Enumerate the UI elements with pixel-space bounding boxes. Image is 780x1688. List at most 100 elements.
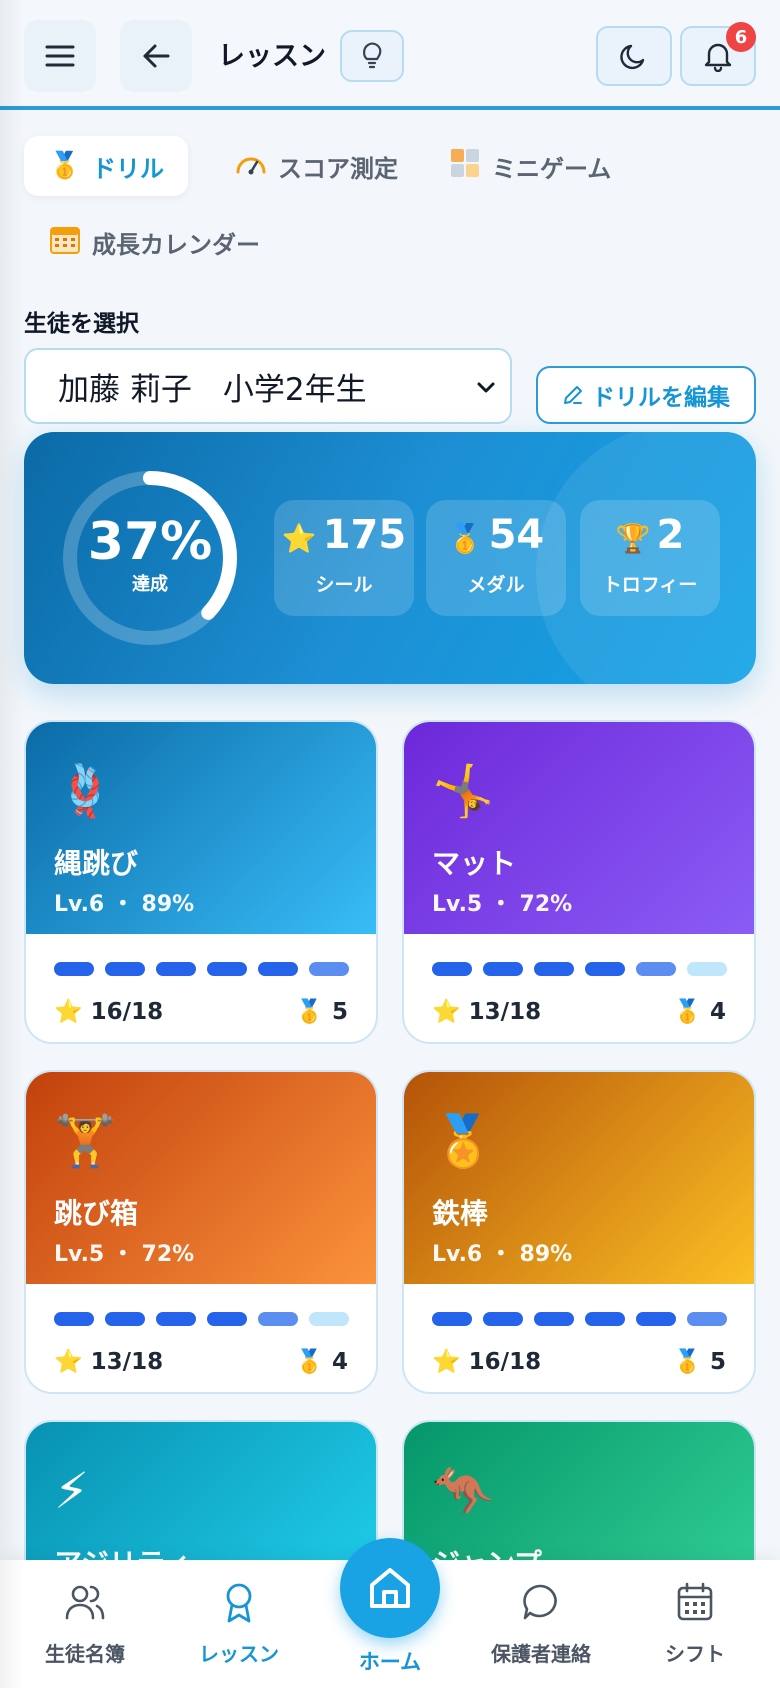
- drill-name: マット: [432, 847, 517, 880]
- drill-name: 縄跳び: [54, 847, 139, 880]
- gauge-icon: [234, 150, 268, 183]
- nav-home-button[interactable]: [340, 1538, 440, 1638]
- student-select[interactable]: 加藤 莉子 小学2年生: [24, 348, 512, 424]
- page-title: レッスン: [218, 41, 326, 72]
- progress-segment: [483, 1312, 523, 1326]
- progress-segments: [54, 1312, 349, 1326]
- menu-button[interactable]: [24, 20, 96, 92]
- stat-trophies: 🏆 2 トロフィー: [580, 500, 720, 616]
- progress-segment: [636, 962, 676, 976]
- stat-seals: ⭐ 175 シール: [274, 500, 414, 616]
- back-button[interactable]: [120, 20, 192, 92]
- nav-label: レッスン: [199, 1642, 279, 1666]
- progress-segment: [585, 1312, 625, 1326]
- stat-value: 2: [656, 512, 685, 558]
- progress-segment: [432, 1312, 472, 1326]
- ribbon-icon: [164, 1582, 314, 1624]
- menu-icon: [45, 45, 75, 67]
- progress-segment: [534, 962, 574, 976]
- edit-drill-button[interactable]: ドリルを編集: [536, 366, 756, 424]
- hint-button[interactable]: [340, 30, 404, 82]
- calendar-icon: [48, 224, 82, 261]
- users-icon: [10, 1582, 160, 1622]
- drill-card-header: 🪢 縄跳び Lv.6 ・ 89%: [26, 722, 376, 934]
- progress-segments: [54, 962, 349, 976]
- progress-segment: [309, 1312, 349, 1326]
- nav-parent-contact[interactable]: 保護者連絡: [466, 1560, 616, 1688]
- progress-segment: [156, 1312, 196, 1326]
- lightning-icon: ⚡: [54, 1462, 90, 1520]
- achievement-label: 達成: [132, 574, 168, 595]
- student-select-value: 加藤 莉子 小学2年生: [58, 371, 367, 408]
- trophy-icon: 🏆: [615, 522, 651, 555]
- drill-stars: ⭐ 13/18: [54, 1349, 164, 1375]
- gymnast-icon: 🤸: [432, 762, 495, 820]
- stat-label: メダル: [467, 574, 525, 596]
- drill-stars: ⭐ 16/18: [432, 1349, 542, 1375]
- back-arrow-icon: [143, 44, 170, 68]
- tab-growth-calendar[interactable]: 成長カレンダー: [24, 212, 284, 272]
- nav-home-label: ホーム: [358, 1650, 422, 1674]
- lightbulb-icon: [363, 42, 382, 69]
- tab-label: ドリル: [92, 154, 164, 183]
- drill-level: Lv.6 ・ 89%: [432, 1242, 573, 1267]
- drill-card-header: 🏋️ 跳び箱 Lv.5 ・ 72%: [26, 1072, 376, 1284]
- drill-card-mat[interactable]: 🤸 マット Lv.5 ・ 72% ⭐ 13/18 🥇 4: [402, 720, 756, 1044]
- dark-mode-toggle[interactable]: [596, 26, 672, 86]
- progress-segment: [687, 1312, 727, 1326]
- medal-icon: 🥇: [447, 522, 483, 555]
- drill-medals: 🥇 5: [673, 1349, 726, 1375]
- progress-segment: [258, 1312, 298, 1326]
- progress-segment: [258, 962, 298, 976]
- drill-medals: 🥇 5: [295, 999, 348, 1025]
- nav-students[interactable]: 生徒名簿: [10, 1560, 160, 1688]
- drill-stars: ⭐ 13/18: [432, 999, 542, 1025]
- student-select-label: 生徒を選択: [24, 311, 139, 337]
- drill-card-header: 🤸 マット Lv.5 ・ 72%: [404, 722, 754, 934]
- progress-segment: [156, 962, 196, 976]
- nav-lesson[interactable]: レッスン: [164, 1560, 314, 1688]
- achievement-summary: 37% 達成 ⭐ 175 シール 🥇 54 メダル 🏆 2 トロフィー: [24, 432, 756, 684]
- pencil-icon: [564, 386, 582, 404]
- star-icon: ⭐: [281, 522, 317, 555]
- nav-label: シフト: [665, 1642, 725, 1666]
- edge-shadow: [0, 0, 24, 1688]
- drill-card-vault[interactable]: 🏋️ 跳び箱 Lv.5 ・ 72% ⭐ 13/18 🥇 4: [24, 1070, 378, 1394]
- drill-level: Lv.5 ・ 72%: [432, 892, 573, 917]
- drill-level: Lv.6 ・ 89%: [54, 892, 195, 917]
- stat-medals: 🥇 54 メダル: [426, 500, 566, 616]
- tab-label: スコア測定: [278, 154, 398, 183]
- progress-segment: [636, 1312, 676, 1326]
- tab-label: ミニゲーム: [492, 154, 612, 183]
- nav-label: 生徒名簿: [45, 1642, 125, 1666]
- drill-name: 鉄棒: [432, 1197, 489, 1230]
- drill-card-jumprope[interactable]: 🪢 縄跳び Lv.6 ・ 89% ⭐ 16/18 🥇 5: [24, 720, 378, 1044]
- moon-icon: [620, 44, 645, 70]
- stat-value: 54: [488, 512, 545, 558]
- notifications-button[interactable]: 6: [680, 22, 756, 86]
- drill-medals: 🥇 4: [295, 1349, 348, 1375]
- drill-stars: ⭐ 16/18: [54, 999, 164, 1025]
- tab-drill[interactable]: 🥇 ドリル: [24, 136, 188, 196]
- top-app-bar: レッスン 6: [0, 0, 780, 110]
- progress-segment: [54, 962, 94, 976]
- drill-name: 跳び箱: [54, 1197, 139, 1230]
- tab-score[interactable]: スコア測定: [210, 136, 422, 196]
- progress-segment: [687, 962, 727, 976]
- drill-level: Lv.5 ・ 72%: [54, 1242, 195, 1267]
- progress-segment: [207, 1312, 247, 1326]
- nav-label: 保護者連絡: [491, 1642, 591, 1666]
- tab-label: 成長カレンダー: [92, 230, 260, 259]
- home-icon: [370, 1568, 410, 1608]
- progress-segment: [309, 962, 349, 976]
- grid-icon: [448, 148, 482, 185]
- tab-minigame[interactable]: ミニゲーム: [424, 136, 635, 196]
- progress-segments: [432, 1312, 727, 1326]
- drill-medals: 🥇 4: [673, 999, 726, 1025]
- notification-badge: 6: [726, 22, 756, 52]
- progress-segment: [54, 1312, 94, 1326]
- achievement-percent: 37%: [87, 512, 213, 572]
- drill-card-bar[interactable]: 🏅 鉄棒 Lv.6 ・ 89% ⭐ 16/18 🥇 5: [402, 1070, 756, 1394]
- stat-value: 175: [322, 512, 407, 558]
- nav-shift[interactable]: シフト: [620, 1560, 770, 1688]
